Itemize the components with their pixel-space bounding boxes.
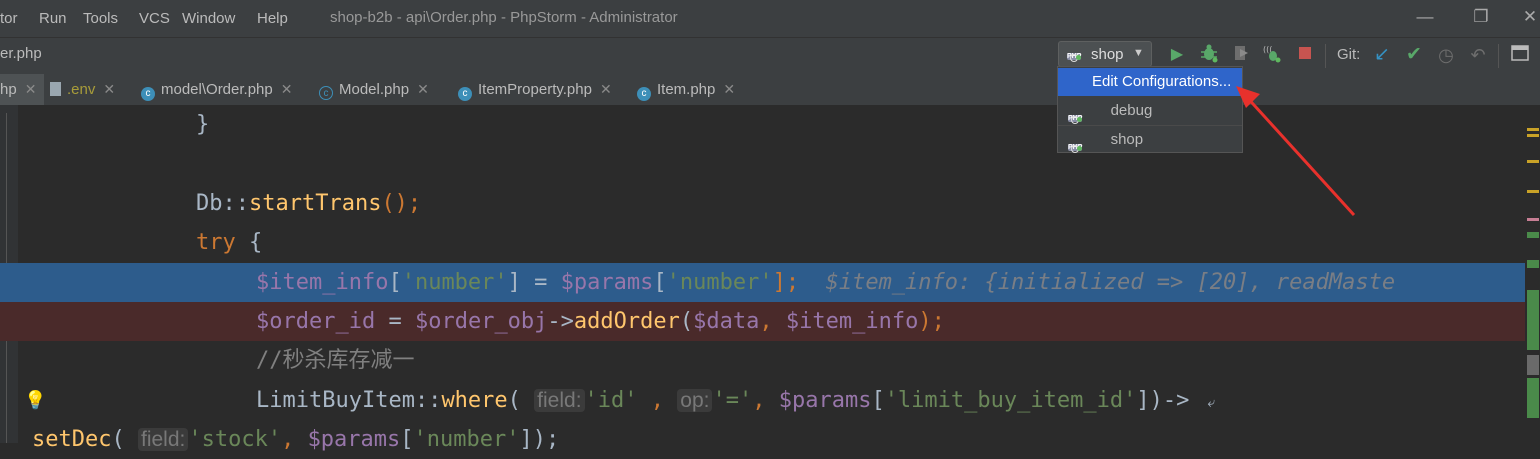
close-button[interactable]: ✕ <box>1515 4 1540 30</box>
debug-icon[interactable] <box>1197 43 1221 67</box>
close-icon[interactable]: ✕ <box>281 81 293 97</box>
php-config-icon: PHP <box>1068 115 1083 122</box>
toolbar-divider <box>1498 44 1499 68</box>
tab-order-php[interactable]: hp ✕ <box>0 74 45 105</box>
code-line: LimitBuyItem::where( field:'id' , op: '='… <box>256 388 1216 413</box>
stripe-mark <box>1527 290 1539 350</box>
parameter-hint: op: <box>677 389 713 412</box>
menu-run[interactable]: Run <box>39 10 67 27</box>
debug-config-item[interactable]: PHP debug <box>1058 97 1242 125</box>
close-icon[interactable]: ✕ <box>723 81 735 97</box>
run-config-label: shop <box>1091 46 1124 63</box>
menu-vcs[interactable]: VCS <box>139 10 170 27</box>
tab-env[interactable]: .env ✕ <box>50 74 115 105</box>
stripe-mark <box>1527 260 1539 268</box>
parameter-hint: field: <box>137 428 189 451</box>
close-icon[interactable]: ✕ <box>103 81 115 97</box>
tab-label: Model.php <box>339 81 410 98</box>
class-icon: c <box>141 87 155 101</box>
toolbar-divider <box>1325 44 1326 68</box>
tab-model-order[interactable]: c model\Order.php ✕ <box>141 74 292 105</box>
navigation-toolbar: er.php PHP shop ▼ ▶ ((( Git: ↙ ✔ ◷ ↶ <box>0 37 1540 75</box>
wrap-icon: ⤶ <box>1207 395 1216 411</box>
menu-help[interactable]: Help <box>257 10 288 27</box>
file-icon <box>50 82 61 96</box>
execution-point-line: $item_info['number'] = $params['number']… <box>0 263 1525 302</box>
coverage-icon[interactable] <box>1229 43 1253 67</box>
run-configuration-dropdown[interactable]: PHP shop ▼ <box>1058 41 1152 67</box>
code-line: try { <box>196 230 263 255</box>
tab-label: model\Order.php <box>161 81 273 98</box>
breakpoint-line: $order_id = $order_obj->addOrder($data, … <box>0 302 1525 341</box>
edit-configurations-item[interactable]: Edit Configurations... <box>1058 68 1242 96</box>
terminal-icon[interactable] <box>1508 43 1532 67</box>
php-config-icon: PHP <box>1068 144 1083 151</box>
close-icon[interactable]: ✕ <box>417 81 429 97</box>
chevron-down-icon: ▼ <box>1133 47 1144 59</box>
stripe-mark <box>1527 378 1539 418</box>
menu-window[interactable]: Window <box>182 10 235 27</box>
tab-label: ItemProperty.php <box>478 81 592 98</box>
tab-label: .env <box>67 81 96 98</box>
close-icon[interactable]: ✕ <box>600 81 612 97</box>
run-icon[interactable]: ▶ <box>1165 43 1189 67</box>
git-commit-icon[interactable]: ✔ <box>1402 43 1426 67</box>
abstract-class-icon: c <box>319 86 333 100</box>
git-update-icon[interactable]: ↙ <box>1370 43 1394 67</box>
git-label: Git: <box>1337 46 1361 63</box>
profile-icon[interactable]: ((( <box>1261 43 1285 67</box>
stripe-mark <box>1527 128 1539 131</box>
menu-item-label: debug <box>1110 102 1153 119</box>
code-line: //秒杀库存减一 <box>0 341 1525 380</box>
menu-item-label: shop <box>1110 131 1144 148</box>
stripe-mark <box>1527 160 1539 163</box>
stop-icon[interactable] <box>1293 43 1317 67</box>
annotation-arrow <box>1236 86 1356 217</box>
stripe-mark <box>1527 218 1539 221</box>
tab-item-php[interactable]: c Item.php ✕ <box>637 74 735 105</box>
code-line: setDec( field:'stock', $params['number']… <box>32 427 560 452</box>
run-config-popup: Edit Configurations... PHP debug PHP sho… <box>1057 66 1243 153</box>
php-config-icon: PHP <box>1067 53 1082 60</box>
menu-tools[interactable]: Tools <box>83 10 118 27</box>
shop-config-item[interactable]: PHP shop <box>1058 125 1242 154</box>
tab-model-php[interactable]: c Model.php ✕ <box>319 74 429 105</box>
stripe-mark <box>1527 355 1539 375</box>
window-title: shop-b2b - api\Order.php - PhpStorm - Ad… <box>330 9 678 26</box>
tab-label: hp <box>0 81 17 98</box>
minimize-button[interactable]: — <box>1410 4 1440 30</box>
breadcrumb[interactable]: er.php <box>0 45 42 62</box>
stripe-mark <box>1527 190 1539 193</box>
rollback-icon[interactable]: ↶ <box>1466 43 1490 67</box>
stripe-mark <box>1527 232 1539 238</box>
menu-bar: tor Run Tools VCS Window Help shop-b2b -… <box>0 0 1540 37</box>
history-icon[interactable]: ◷ <box>1434 43 1458 67</box>
parameter-hint: field: <box>534 389 585 412</box>
class-icon: c <box>637 87 651 101</box>
tab-label: Item.php <box>657 81 716 98</box>
restore-button[interactable]: ❐ <box>1466 4 1496 30</box>
tab-itemproperty[interactable]: c ItemProperty.php ✕ <box>458 74 612 105</box>
close-icon[interactable]: ✕ <box>25 81 37 97</box>
menu-item-label: Edit Configurations... <box>1092 73 1232 90</box>
stripe-mark <box>1527 134 1539 137</box>
code-comment: //秒杀库存减一 <box>256 348 415 373</box>
class-icon: c <box>458 87 472 101</box>
menu-editor[interactable]: tor <box>0 10 18 27</box>
debug-inline-value: $item_info: {initialized => [20], readMa… <box>799 270 1396 295</box>
